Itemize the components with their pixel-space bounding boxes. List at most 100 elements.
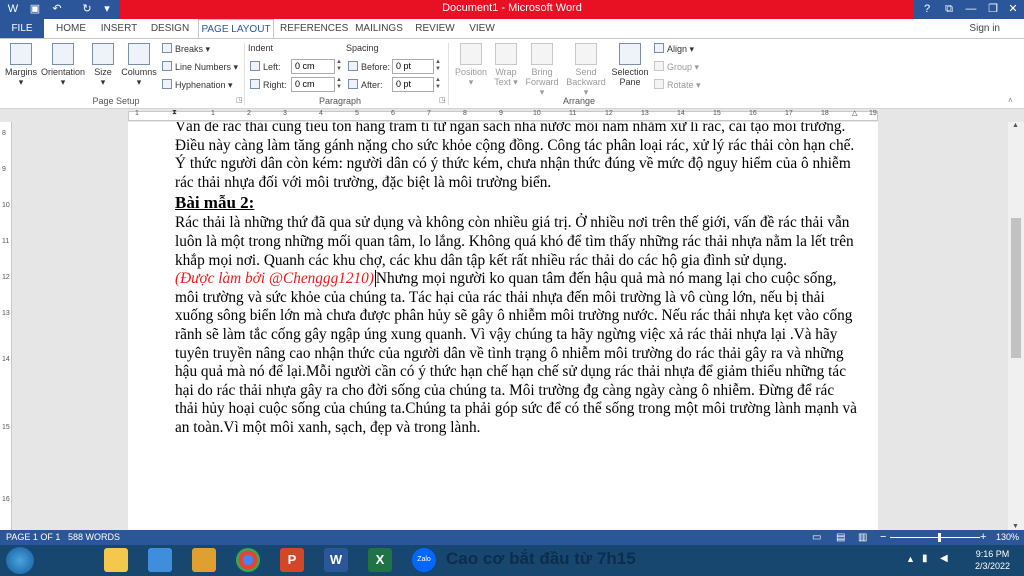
tab-home[interactable]: HOME — [50, 19, 92, 38]
scroll-down-icon[interactable]: ▼ — [1012, 523, 1019, 530]
app-icon[interactable] — [148, 548, 172, 572]
margins-button[interactable]: Margins ▾ — [4, 43, 38, 88]
ruler-mark: 16 — [749, 110, 757, 117]
zoom-slider[interactable] — [890, 537, 980, 538]
hyphenation-button[interactable]: Hyphenation ▾ — [162, 79, 233, 91]
selection-pane-button[interactable]: Selection Pane — [610, 43, 650, 87]
tab-references[interactable]: REFERENCES — [280, 19, 348, 38]
minimize-button[interactable]: — — [960, 0, 982, 19]
ruler-mark: 11 — [569, 110, 577, 117]
file-explorer-icon[interactable] — [104, 548, 128, 572]
word-icon[interactable]: W — [324, 548, 348, 572]
system-clock[interactable]: 9:16 PM 2/3/2022 — [975, 548, 1010, 572]
spacing-after-spinner[interactable]: ▲ ▼ — [434, 77, 442, 92]
print-layout-icon[interactable]: ▤ — [836, 530, 845, 545]
ruler-mark: 15 — [2, 424, 10, 431]
volume-icon[interactable]: ◀ — [940, 553, 948, 564]
ruler-mark: 9 — [499, 110, 503, 117]
size-button[interactable]: Size ▾ — [90, 43, 116, 88]
zalo-icon[interactable]: Zalo — [412, 548, 436, 572]
media-player-icon[interactable] — [192, 548, 216, 572]
bring-forward-icon — [531, 43, 553, 65]
dropdown-arrow-icon: ▾ — [100, 77, 106, 87]
collapse-ribbon-icon[interactable]: ˄ — [1008, 96, 1013, 105]
sign-in-link[interactable]: Sign in — [969, 19, 1000, 38]
rotate-button[interactable]: Rotate ▾ — [654, 79, 701, 91]
window-title: Document1 - Microsoft Word — [442, 2, 582, 14]
zoom-out-button[interactable]: − — [880, 530, 886, 545]
heading-bai-mau-2: Bài mẫu 2: — [175, 193, 255, 213]
indent-left-field[interactable]: 0 cm — [291, 59, 335, 74]
scroll-up-icon[interactable]: ▲ — [1012, 122, 1019, 129]
align-button[interactable]: Align ▾ — [654, 43, 694, 55]
tab-mailings[interactable]: MAILINGS — [352, 19, 406, 38]
arrange-group-label: Arrange — [562, 96, 596, 106]
document-page[interactable]: Vấn đề rác thải cũng tiêu tốn hàng trăm … — [128, 122, 878, 530]
start-button-icon[interactable] — [6, 547, 34, 574]
word-count[interactable]: 588 WORDS — [68, 530, 120, 545]
paragraph-launcher-icon[interactable]: ◳ — [439, 96, 446, 104]
tab-page-layout[interactable]: PAGE LAYOUT — [198, 19, 274, 38]
spacing-before-field[interactable]: 0 pt — [392, 59, 434, 74]
rotate-label: Rotate ▾ — [667, 80, 701, 90]
orientation-button[interactable]: Orientation ▾ — [40, 43, 86, 88]
indent-marker-icon[interactable]: ⧗ — [172, 109, 177, 117]
group-button[interactable]: Group ▾ — [654, 61, 699, 73]
columns-button[interactable]: Columns ▾ — [120, 43, 158, 88]
tab-design[interactable]: DESIGN — [148, 19, 192, 38]
position-button[interactable]: Position ▾ — [452, 43, 490, 88]
spacing-after-label: After: — [348, 79, 383, 90]
page-setup-launcher-icon[interactable]: ◳ — [236, 96, 243, 104]
vertical-ruler[interactable]: 8 9 10 11 12 13 14 15 16 — [0, 122, 12, 530]
tab-view[interactable]: VIEW — [464, 19, 500, 38]
document-body[interactable]: Vấn đề rác thải cũng tiêu tốn hàng trăm … — [175, 122, 860, 438]
ruler-mark: 2 — [247, 110, 251, 117]
ruler-mark: 13 — [2, 310, 10, 317]
zoom-in-button[interactable]: + — [980, 530, 986, 545]
indent-left-label: Left: — [250, 61, 281, 72]
indent-right-icon — [250, 79, 260, 89]
breaks-icon — [162, 43, 172, 53]
powerpoint-icon[interactable]: P — [280, 548, 304, 572]
zoom-level[interactable]: 130% — [996, 530, 1019, 545]
indent-right-field[interactable]: 0 cm — [291, 77, 335, 92]
tray-arrow-icon[interactable]: ▲ — [906, 554, 915, 564]
selection-pane-label: Selection Pane — [611, 67, 649, 87]
web-layout-icon[interactable]: ▥ — [858, 530, 867, 545]
send-backward-button[interactable]: Send Backward ▾ — [564, 43, 608, 98]
breaks-label: Breaks ▾ — [175, 44, 211, 54]
columns-icon — [128, 43, 150, 65]
right-indent-marker-icon[interactable]: △ — [852, 109, 857, 117]
zoom-slider-thumb[interactable] — [938, 533, 941, 542]
bring-forward-button[interactable]: Bring Forward ▾ — [522, 43, 562, 98]
ruler-mark: 8 — [2, 130, 6, 137]
indent-left-spinner[interactable]: ▲ ▼ — [335, 59, 343, 74]
tab-file[interactable]: FILE — [0, 19, 44, 38]
close-button[interactable]: ✕ — [1002, 0, 1024, 19]
page-count[interactable]: PAGE 1 OF 1 — [6, 530, 60, 545]
tab-insert[interactable]: INSERT — [98, 19, 140, 38]
paragraph-2-end: Nhưng mọi người ko quan tâm đến hậu quả … — [175, 270, 857, 436]
vertical-scrollbar[interactable]: ▲ ▼ — [1008, 122, 1024, 530]
ribbon-display-icon[interactable]: ⧉ — [938, 0, 960, 19]
help-icon[interactable]: ? — [916, 0, 938, 19]
spacing-after-field[interactable]: 0 pt — [392, 77, 434, 92]
read-mode-icon[interactable]: ▭ — [812, 530, 821, 545]
network-icon[interactable]: ▮ — [922, 553, 928, 564]
ribbon: Margins ▾ Orientation ▾ Size ▾ Columns ▾ Bre… — [0, 38, 1024, 109]
line-numbers-button[interactable]: Line Numbers ▾ — [162, 61, 238, 73]
indent-right-label: Right: — [250, 79, 287, 90]
wrap-text-button[interactable]: Wrap Text ▾ — [490, 43, 522, 88]
breaks-button[interactable]: Breaks ▾ — [162, 43, 210, 55]
spacing-before-spinner[interactable]: ▲ ▼ — [434, 59, 442, 74]
chrome-icon[interactable] — [236, 548, 260, 572]
spacing-before-label: Before: — [348, 61, 390, 72]
horizontal-ruler[interactable]: 1 ⧗ 1 2 3 4 5 6 7 8 9 10 11 12 13 14 15 … — [0, 109, 1024, 122]
tab-review[interactable]: REVIEW — [414, 19, 456, 38]
bring-forward-label: Bring Forward ▾ — [525, 67, 559, 97]
maximize-button[interactable]: ❐ — [982, 0, 1004, 19]
scrollbar-thumb[interactable] — [1011, 218, 1021, 358]
indent-left-icon — [250, 61, 260, 71]
indent-right-spinner[interactable]: ▲ ▼ — [335, 77, 343, 92]
excel-icon[interactable]: X — [368, 548, 392, 572]
